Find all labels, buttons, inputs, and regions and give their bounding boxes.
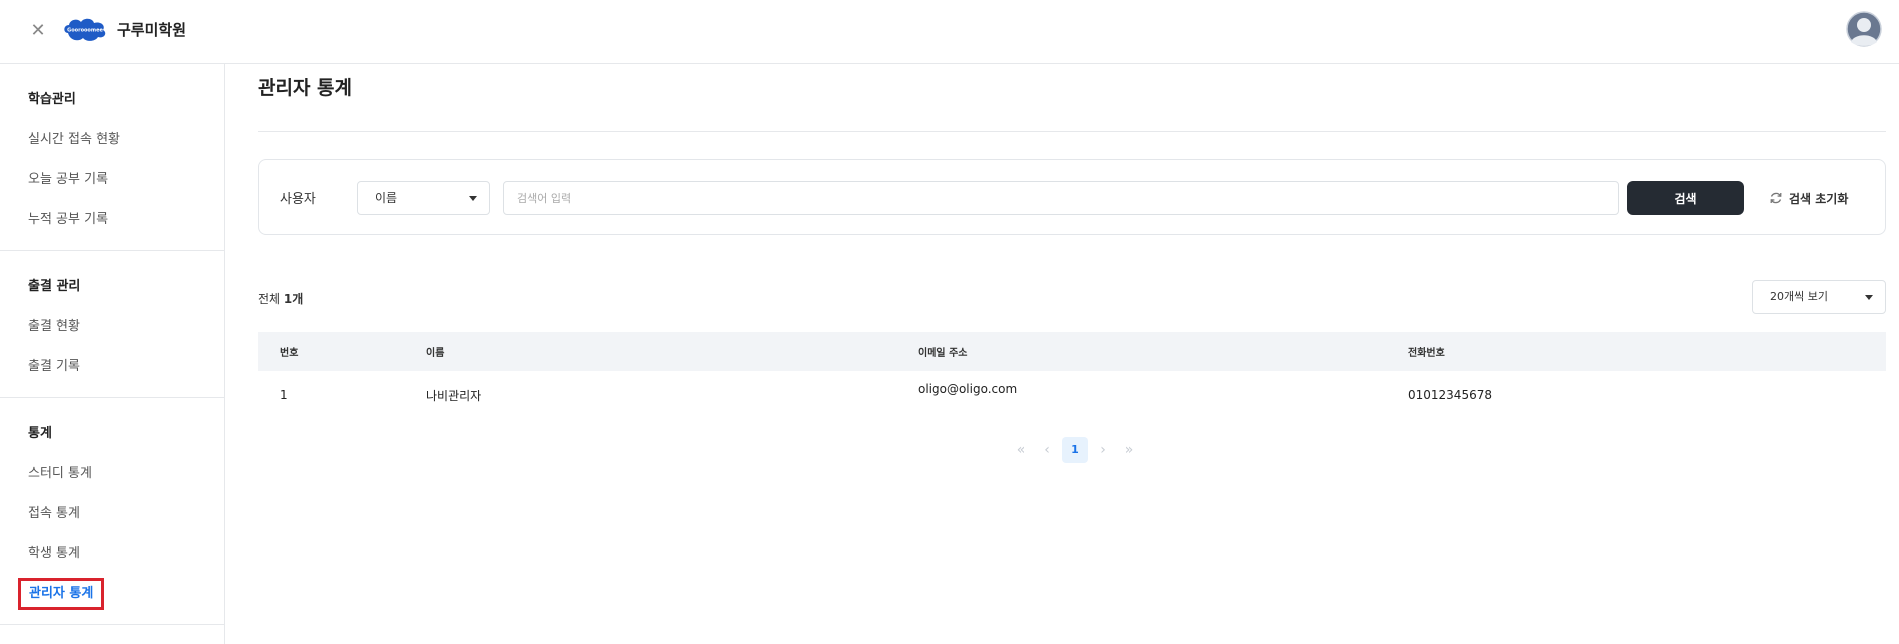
sidebar-group-attendance: 출결 관리 출결 현황 출결 기록	[0, 251, 224, 398]
total-prefix: 전체	[258, 292, 284, 306]
sidebar-group-title: 통계	[28, 426, 52, 441]
avatar[interactable]	[1846, 11, 1882, 47]
reset-search-button[interactable]: 검색 초기화	[1769, 181, 1879, 215]
next-page-icon[interactable]: ›	[1092, 437, 1114, 463]
cell-name: 나비관리자	[426, 388, 482, 403]
logo-text: Goorooomee	[67, 28, 103, 34]
sidebar-item-label: 관리자 통계	[18, 578, 105, 610]
search-field-select[interactable]: 이름	[357, 181, 490, 215]
sidebar-item-admin-stats[interactable]: 관리자 통계	[0, 574, 224, 614]
top-bar: ✕ Goorooomee 구루미학원	[0, 0, 1899, 64]
select-value: 이름	[375, 191, 398, 205]
first-page-icon[interactable]: «	[1010, 437, 1032, 463]
sidebar-item-study-stats[interactable]: 스터디 통계	[0, 454, 224, 494]
column-header-phone: 전화번호	[1408, 348, 1445, 359]
sidebar-item-access-stats[interactable]: 접속 통계	[0, 494, 224, 534]
pagination: « ‹ 1 › »	[1010, 437, 1140, 463]
caret-down-icon	[469, 196, 477, 201]
close-icon[interactable]: ✕	[26, 19, 50, 43]
total-value: 1개	[283, 292, 304, 306]
cell-email: oligo@oligo.com	[918, 382, 1018, 396]
table-row[interactable]: 1 나비관리자 oligo@oligo.com 01012345678	[258, 371, 1886, 419]
sidebar-item-student-stats[interactable]: 학생 통계	[0, 534, 224, 574]
per-page-select[interactable]: 20개씩 보기	[1752, 280, 1886, 314]
sidebar-group-title: 출결 관리	[28, 279, 81, 294]
search-panel: 사용자 이름 검색 검색 초기화	[258, 159, 1886, 235]
search-button[interactable]: 검색	[1627, 181, 1744, 215]
sidebar-item-today-study[interactable]: 오늘 공부 기록	[0, 160, 224, 200]
caret-down-icon	[1865, 295, 1873, 300]
sidebar-group-learning: 학습관리 실시간 접속 현황 오늘 공부 기록 누적 공부 기록	[0, 64, 224, 251]
page-number[interactable]: 1	[1062, 437, 1088, 463]
sidebar-item-attendance-record[interactable]: 출결 기록	[0, 347, 224, 387]
column-header-number: 번호	[280, 348, 299, 359]
brand-name: 구루미학원	[117, 21, 187, 39]
per-page-value: 20개씩 보기	[1770, 290, 1828, 303]
sidebar: 학습관리 실시간 접속 현황 오늘 공부 기록 누적 공부 기록 출결 관리 출…	[0, 64, 225, 644]
table-header: 번호 이름 이메일 주소 전화번호	[258, 332, 1886, 371]
column-header-name: 이름	[426, 348, 445, 359]
sidebar-item-cumulative-study[interactable]: 누적 공부 기록	[0, 200, 224, 240]
cell-phone: 01012345678	[1408, 388, 1492, 402]
last-page-icon[interactable]: »	[1118, 437, 1140, 463]
sidebar-item-attendance-status[interactable]: 출결 현황	[0, 307, 224, 347]
search-label: 사용자	[280, 192, 316, 207]
sidebar-item-realtime-access[interactable]: 실시간 접속 현황	[0, 120, 224, 160]
prev-page-icon[interactable]: ‹	[1036, 437, 1058, 463]
logo-icon: Goorooomee	[64, 18, 106, 41]
search-input[interactable]	[503, 181, 1619, 215]
cell-number: 1	[280, 388, 288, 402]
page-title: 관리자 통계	[258, 77, 353, 99]
admin-table: 번호 이름 이메일 주소 전화번호 1 나비관리자 oligo@oligo.co…	[258, 332, 1886, 419]
sidebar-group-title: 학습관리	[28, 92, 76, 107]
sidebar-group-statistics: 통계 스터디 통계 접속 통계 학생 통계 관리자 통계	[0, 398, 224, 625]
reset-label: 검색 초기화	[1789, 191, 1849, 206]
column-header-email: 이메일 주소	[918, 348, 968, 359]
title-divider	[258, 131, 1886, 132]
total-count: 전체 1개	[258, 290, 303, 307]
refresh-icon	[1770, 192, 1782, 204]
